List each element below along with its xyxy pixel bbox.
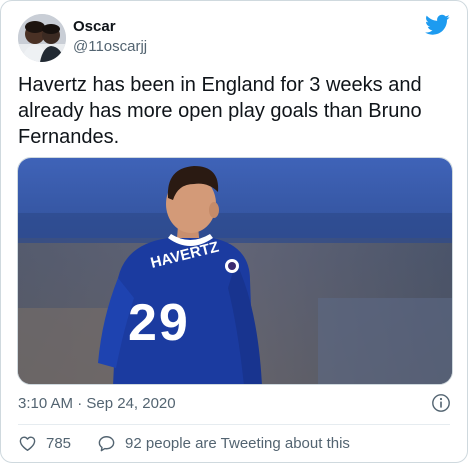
info-icon[interactable] bbox=[431, 393, 451, 413]
heart-icon bbox=[19, 435, 36, 451]
like-count: 785 bbox=[46, 434, 72, 452]
tweet-embed-card[interactable]: Oscar @11oscarjj Havertz has been in Eng… bbox=[0, 0, 468, 463]
speech-bubble-icon bbox=[98, 435, 115, 451]
avatar-image bbox=[18, 14, 66, 62]
tweet-timestamp[interactable]: 3:10 AM · Sep 24, 2020 bbox=[18, 394, 176, 414]
author-name[interactable]: Oscar bbox=[73, 17, 116, 37]
avatar[interactable] bbox=[18, 14, 66, 62]
jersey-number: 29 bbox=[128, 294, 190, 352]
conversation-label: 92 people are Tweeting about this bbox=[125, 434, 350, 452]
tweet-photo[interactable]: HAVERTZ 29 bbox=[17, 157, 453, 385]
author-handle[interactable]: @11oscarjj bbox=[73, 37, 147, 57]
like-button[interactable]: 785 bbox=[18, 434, 71, 453]
twitter-bird-icon[interactable] bbox=[425, 14, 450, 36]
divider bbox=[18, 424, 450, 425]
tweet-text: Havertz has been in England for 3 weeks … bbox=[18, 74, 422, 148]
tweet-actions: 785 92 people are Tweeting about this bbox=[18, 432, 350, 454]
conversation-link[interactable]: 92 people are Tweeting about this bbox=[97, 434, 350, 453]
